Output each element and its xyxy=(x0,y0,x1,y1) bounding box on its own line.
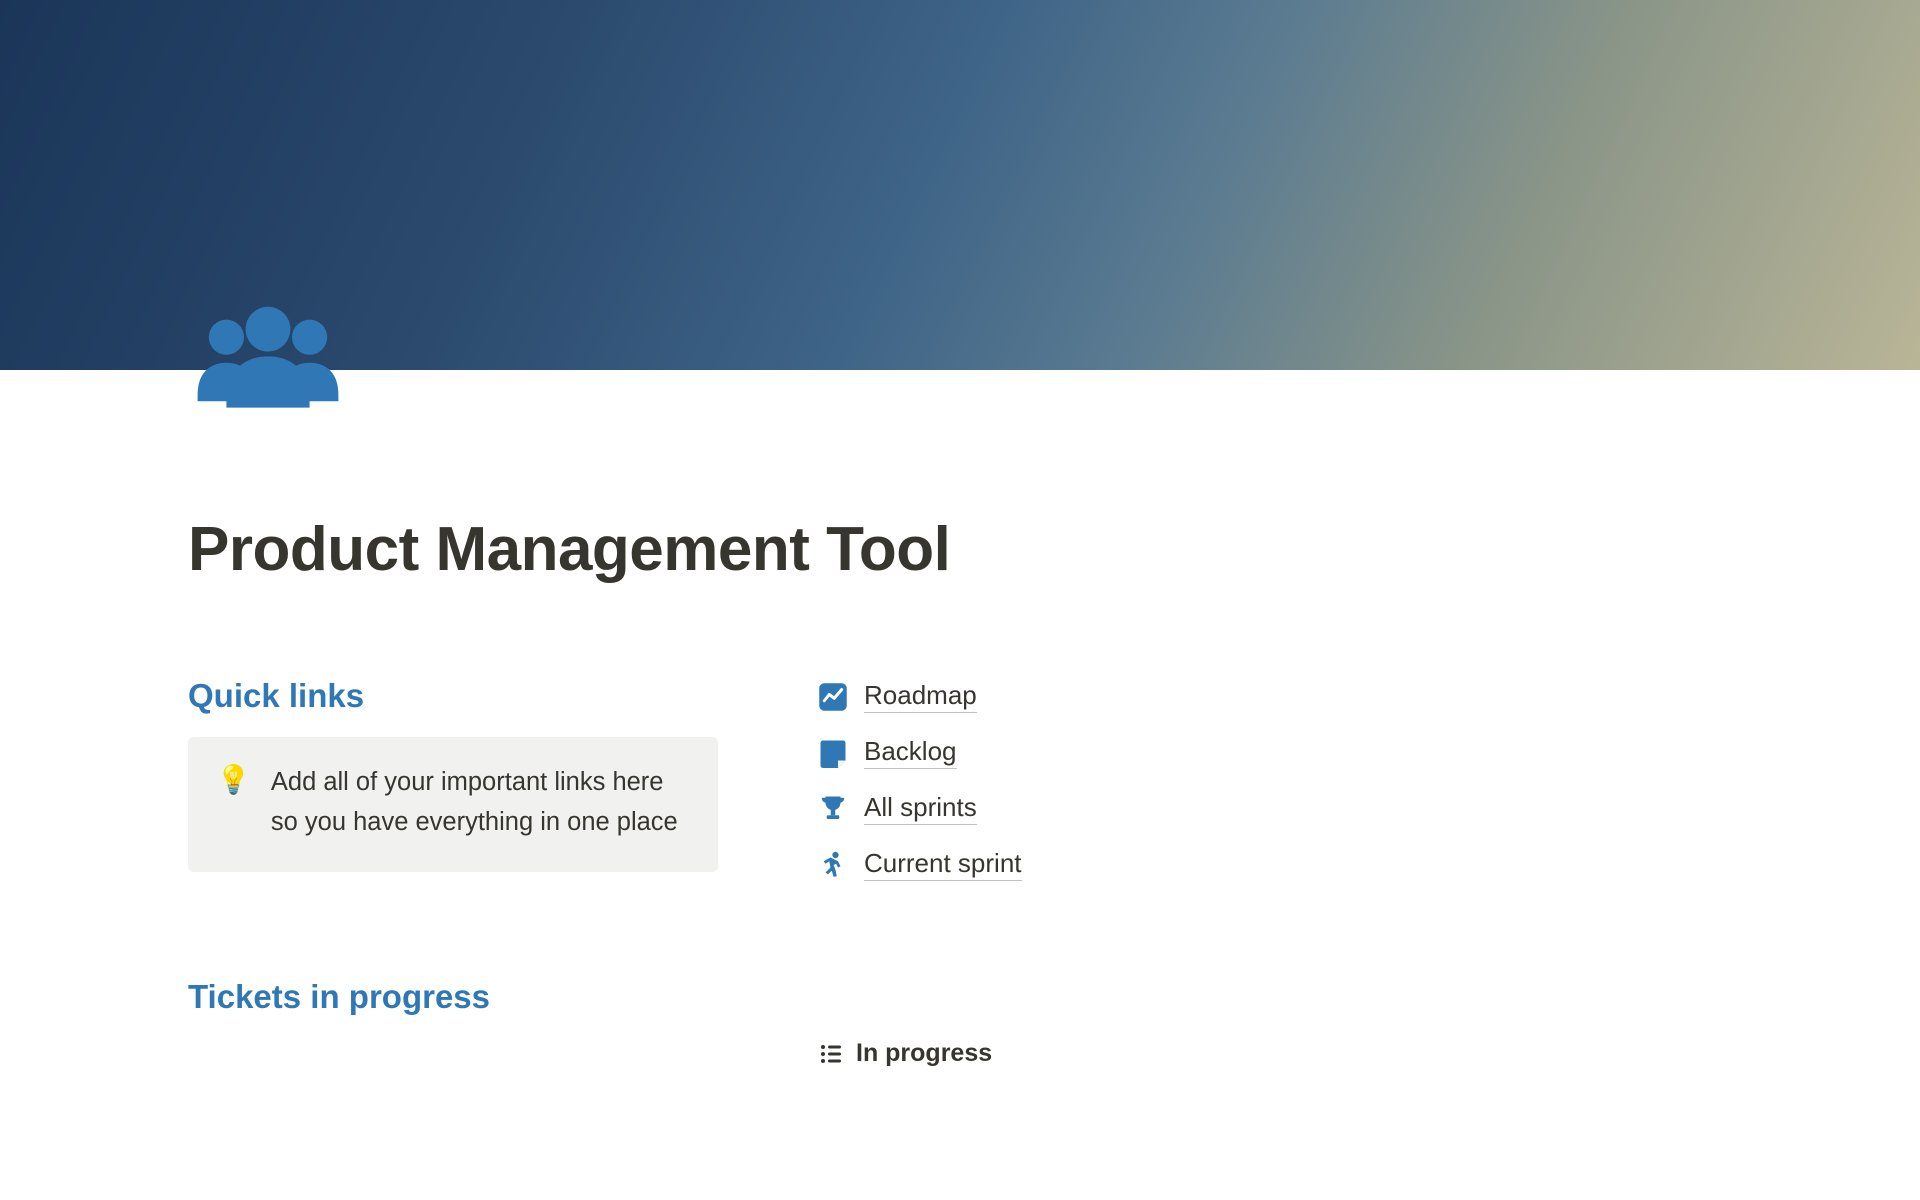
trophy-icon xyxy=(818,794,848,824)
link-roadmap[interactable]: Roadmap xyxy=(818,680,1732,713)
database-tab-in-progress[interactable]: In progress xyxy=(818,1033,1732,1068)
tab-label: In progress xyxy=(856,1039,992,1068)
page-icon-team[interactable] xyxy=(188,298,348,418)
quick-links-callout: 💡 Add all of your important links here s… xyxy=(188,737,718,872)
chart-line-icon xyxy=(818,682,848,712)
link-label: Current sprint xyxy=(864,848,1022,881)
callout-text: Add all of your important links here so … xyxy=(271,763,688,842)
quick-links-heading: Quick links xyxy=(188,677,718,715)
link-all-sprints[interactable]: All sprints xyxy=(818,792,1732,825)
link-label: Roadmap xyxy=(864,680,977,713)
running-icon xyxy=(818,850,848,880)
link-label: All sprints xyxy=(864,792,977,825)
lightbulb-icon: 💡 xyxy=(216,763,251,797)
link-backlog[interactable]: Backlog xyxy=(818,736,1732,769)
link-current-sprint[interactable]: Current sprint xyxy=(818,848,1732,881)
link-label: Backlog xyxy=(864,736,957,769)
note-icon xyxy=(818,738,848,768)
page-title: Product Management Tool xyxy=(188,514,1732,585)
quick-links-list: Roadmap Backlog All sprints xyxy=(818,680,1732,881)
tickets-heading: Tickets in progress xyxy=(188,978,718,1016)
list-icon xyxy=(818,1041,844,1067)
